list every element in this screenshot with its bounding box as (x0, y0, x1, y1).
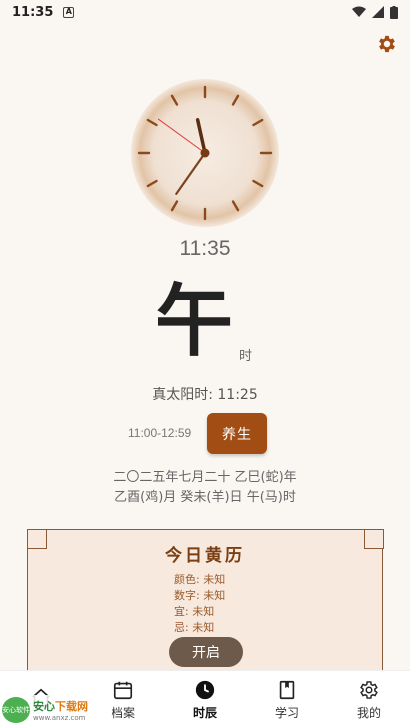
shichen-suffix: 时 (239, 349, 253, 364)
almanac-card: 今日黄历 颜色: 未知 数字: 未知 宜: 未知 忌: 未知 开启 (26, 528, 384, 690)
nav-shichen-label: 时辰 (192, 705, 217, 720)
watermark-logo: 安心软件 (2, 697, 30, 723)
true-solar-time: 真太阳时: 11:25 (152, 387, 258, 403)
nav-study-label: 学习 (274, 705, 299, 720)
watermark: 安心软件 安心下载网 www.anxz.com (2, 695, 112, 725)
lunar-date-line2: 乙酉(鸡)月 癸未(羊)日 午(马)时 (114, 490, 296, 505)
watermark-main-b: 下载网 (55, 700, 88, 713)
almanac-title: 今日黄历 (165, 546, 245, 566)
health-button[interactable]: 养生 (207, 413, 267, 454)
status-bar: 11:35 A (0, 0, 410, 24)
calendar-icon (113, 681, 133, 699)
signal-icon (372, 6, 384, 18)
settings-gear-icon[interactable] (376, 33, 398, 55)
lunar-date-line1: 二〇二五年七月二十 乙巳(蛇)年 (113, 470, 297, 485)
wifi-icon (352, 6, 366, 17)
digital-time: 11:35 (179, 237, 231, 260)
clock-icon (195, 680, 215, 699)
battery-icon (390, 5, 398, 19)
almanac-color: 颜色: 未知 (174, 573, 226, 586)
nav-mine[interactable]: 我的 (328, 671, 410, 728)
gear-icon (360, 680, 378, 699)
nav-shichen[interactable]: 时辰 (164, 671, 246, 728)
almanac-number: 数字: 未知 (174, 589, 226, 602)
shichen-range: 11:00-12:59 (128, 426, 192, 440)
nav-archive-label: 档案 (110, 705, 135, 720)
almanac-avoid: 忌: 未知 (174, 621, 215, 634)
notification-icon: A (63, 6, 75, 18)
almanac-lines: 颜色: 未知 数字: 未知 宜: 未知 忌: 未知 (174, 572, 225, 636)
status-time: 11:35 (12, 4, 54, 20)
analog-clock (130, 78, 280, 228)
nav-study[interactable]: 学习 (246, 671, 328, 728)
book-icon (279, 680, 295, 699)
watermark-main-a: 安心 (33, 700, 55, 713)
watermark-url: www.anxz.com (33, 714, 86, 722)
shichen-character: 午 (155, 277, 234, 367)
almanac-suitable: 宜: 未知 (174, 605, 215, 618)
clock-center (200, 148, 210, 158)
nav-mine-label: 我的 (356, 705, 381, 720)
almanac-open-button[interactable]: 开启 (169, 637, 243, 667)
